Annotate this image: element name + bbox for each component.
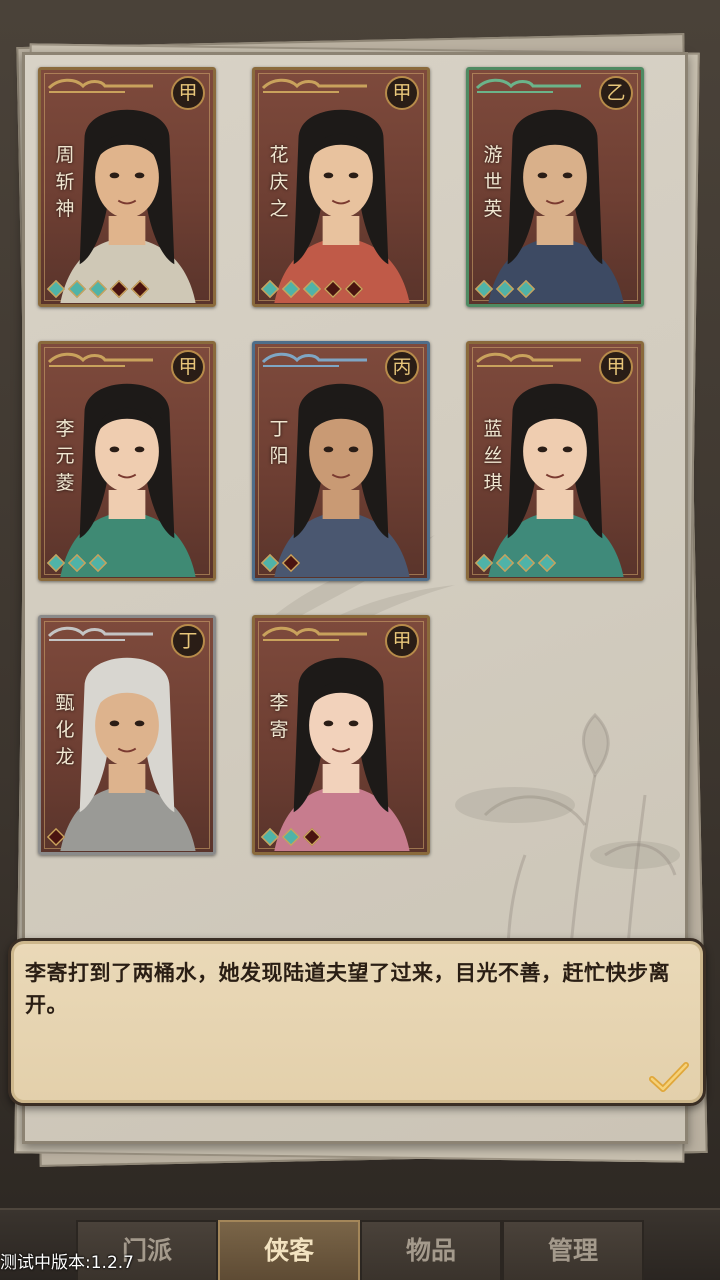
hero-grade-badge: 丙 [385,350,419,384]
cloud-ornament-icon [47,626,153,641]
diamond-filled-icon [495,279,515,299]
hero-name: 花庆之 [269,144,289,220]
hero-star-rating [474,553,557,574]
cloud-ornament-icon [475,78,581,93]
diamond-filled-icon [88,279,108,299]
hero-grade-badge: 甲 [171,76,205,110]
diamond-filled-icon [67,553,87,573]
version-label: 测试中版本:1.2.7 [0,1253,134,1273]
diamond-empty-icon [302,827,322,847]
diamond-filled-icon [302,279,322,299]
diamond-filled-icon [67,279,87,299]
hero-star-rating [46,553,108,574]
cloud-ornament-icon [47,78,153,93]
tab-manage[interactable]: 管理 [502,1220,644,1280]
tab-heroes[interactable]: 侠客 [218,1220,360,1280]
hero-name: 游世英 [483,144,503,220]
dialog-message: 李寄打到了两桶水，她发现陆道夫望了过来，目光不善，赶忙快步离开。 [25,961,670,1017]
hero-star-rating [46,827,66,848]
hero-name: 甄化龙 [55,692,75,768]
hero-star-rating [46,279,150,300]
cloud-ornament-icon [475,352,581,367]
hero-grade-badge: 乙 [599,76,633,110]
hero-star-rating [474,279,536,300]
hero-name: 蓝丝琪 [483,418,503,494]
diamond-empty-icon [130,279,150,299]
hero-grade-badge: 丁 [171,624,205,658]
hero-card[interactable]: 丁甄化龙 [38,615,216,855]
hero-card[interactable]: 甲李元菱 [38,341,216,581]
diamond-filled-icon [46,279,66,299]
diamond-empty-icon [323,279,343,299]
event-dialog[interactable]: 李寄打到了两桶水，她发现陆道夫望了过来，目光不善，赶忙快步离开。 [8,938,706,1106]
cloud-ornament-icon [261,352,367,367]
hero-name: 李寄 [269,692,289,741]
diamond-empty-icon [344,279,364,299]
diamond-filled-icon [516,553,536,573]
tab-items[interactable]: 物品 [360,1220,502,1280]
hero-card[interactable]: 甲花庆之 [252,67,430,307]
cloud-ornament-icon [261,626,367,641]
hero-grade-badge: 甲 [385,76,419,110]
diamond-filled-icon [260,279,280,299]
hero-grade-badge: 甲 [385,624,419,658]
hero-name: 李元菱 [55,418,75,494]
hero-star-rating [260,279,364,300]
diamond-filled-icon [88,553,108,573]
diamond-filled-icon [281,279,301,299]
hero-grade-badge: 甲 [599,350,633,384]
hero-card[interactable]: 乙游世英 [466,67,644,307]
cloud-ornament-icon [261,78,367,93]
hero-star-rating [260,827,322,848]
diamond-filled-icon [260,553,280,573]
hero-card[interactable]: 丙丁阳 [252,341,430,581]
hero-star-rating [260,553,301,574]
diamond-empty-icon [109,279,129,299]
diamond-filled-icon [495,553,515,573]
hero-card[interactable]: 甲周斩神 [38,67,216,307]
cloud-ornament-icon [47,352,153,367]
diamond-filled-icon [537,553,557,573]
diamond-filled-icon [46,553,66,573]
diamond-filled-icon [281,827,301,847]
hero-grade-badge: 甲 [171,350,205,384]
confirm-check-icon[interactable] [649,1061,689,1095]
diamond-empty-icon [281,553,301,573]
diamond-filled-icon [516,279,536,299]
hero-card[interactable]: 甲蓝丝琪 [466,341,644,581]
diamond-filled-icon [260,827,280,847]
hero-card[interactable]: 甲李寄 [252,615,430,855]
diamond-filled-icon [474,279,494,299]
hero-name: 丁阳 [269,418,289,467]
diamond-empty-icon [46,827,66,847]
hero-name: 周斩神 [55,144,75,220]
diamond-filled-icon [474,553,494,573]
